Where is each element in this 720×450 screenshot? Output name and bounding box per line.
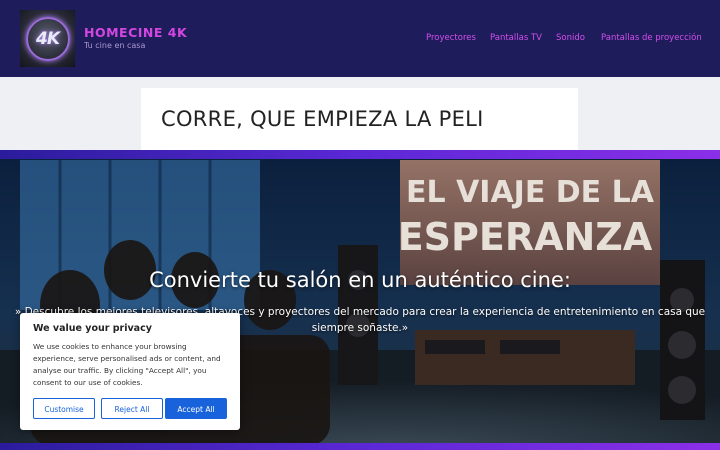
av-receiver [425,340,485,354]
nav-item-pantallas-proyeccion[interactable]: Pantallas de proyección [601,33,702,43]
hero-top-stripe [0,150,720,159]
hero-headline: Convierte tu salón en un auténtico cine: [149,268,571,292]
cookie-title: We value your privacy [33,323,152,334]
media-player [500,340,560,354]
accept-all-button[interactable]: Accept All [165,398,227,419]
site-header: 4K HOMECINE 4K Tu cine en casa Proyector… [0,0,720,77]
content-box: CORRE, QUE EMPIEZA LA PELI [141,88,578,150]
site-tagline: Tu cine en casa [84,41,146,50]
reject-all-button[interactable]: Reject All [101,398,163,419]
customise-button[interactable]: Customise [33,398,95,419]
site-title[interactable]: HOMECINE 4K [84,25,187,40]
hero-bottom-stripe [0,443,720,450]
cookie-body: We use cookies to enhance your browsing … [33,342,221,387]
page-title: CORRE, QUE EMPIEZA LA PELI [161,107,484,131]
site-logo[interactable]: 4K [20,10,75,67]
screen-text-line1: EL VIAJE DE LA [406,175,655,210]
nav-item-sonido[interactable]: Sonido [556,33,585,43]
cookie-consent-banner: We value your privacy We use cookies to … [20,313,240,430]
screen-text-line2: ESPERANZA [398,215,653,259]
tv-cabinet [415,330,635,385]
logo-text: 4K [35,28,60,49]
nav-item-proyectores[interactable]: Proyectores [426,33,476,43]
nav-item-pantallas-tv[interactable]: Pantallas TV [490,33,542,43]
